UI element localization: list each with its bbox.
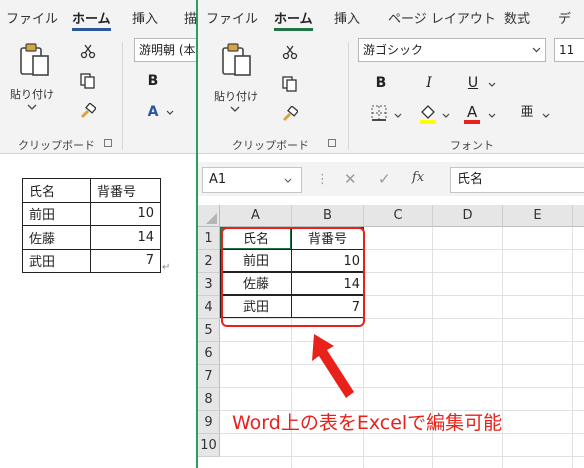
more-icon[interactable]: ⋮ (316, 172, 329, 187)
column-header-e[interactable]: E (503, 205, 573, 227)
word-table[interactable]: 氏名 背番号 前田 10 佐藤 14 武田 7 (22, 178, 161, 273)
row-header[interactable]: 3 (198, 273, 220, 296)
svg-text:A: A (467, 103, 478, 121)
font-color-icon[interactable]: A (462, 102, 482, 124)
cut-icon[interactable] (282, 44, 298, 60)
copy-icon[interactable] (80, 73, 96, 89)
format-painter-icon[interactable] (80, 103, 96, 119)
table-cell[interactable]: 14 (90, 225, 161, 250)
row-header[interactable]: 1 (198, 227, 220, 250)
highlight-box (221, 227, 365, 327)
dialog-launcher-icon[interactable] (104, 139, 112, 147)
end-of-row-mark-icon: ↵ (162, 262, 171, 273)
word-font-name-box[interactable]: 游明朝 (本 (134, 38, 196, 62)
ribbon-separator (348, 42, 349, 150)
arrow-icon (312, 334, 354, 398)
excel-tab-page-layout[interactable]: ページ レイアウト (388, 8, 496, 27)
excel-font-name-box[interactable]: 游ゴシック (358, 38, 546, 62)
chevron-down-icon[interactable] (488, 113, 496, 118)
column-header-a[interactable]: A (220, 205, 292, 227)
bold-icon[interactable]: B (142, 70, 164, 92)
word-window: ファイル ホーム 挿入 描 貼り付け クリップボード 游明朝 (本 B A 氏名… (0, 0, 196, 468)
chevron-down-icon[interactable] (542, 113, 550, 118)
formula-input[interactable]: 氏名 (450, 167, 584, 193)
column-header-c[interactable]: C (364, 205, 433, 227)
word-paste-label[interactable]: 貼り付け (10, 86, 54, 102)
row-header[interactable]: 8 (198, 388, 220, 411)
chevron-down-icon[interactable] (532, 47, 541, 53)
table-row: 武田 7 (22, 248, 161, 273)
column-header-b[interactable]: B (292, 205, 364, 227)
word-tab-insert[interactable]: 挿入 (132, 8, 158, 27)
insert-function-icon[interactable]: fx (412, 170, 424, 185)
excel-font-group-label: フォント (450, 139, 494, 152)
chevron-down-icon[interactable] (284, 178, 292, 183)
text-effects-icon[interactable]: A (142, 101, 164, 123)
row-header[interactable]: 5 (198, 319, 220, 342)
annotation-text: Word上の表をExcelで編集可能 (232, 412, 503, 434)
cancel-icon[interactable]: ✕ (344, 170, 357, 188)
excel-window: ファイル ホーム 挿入 ページ レイアウト 数式 デ 貼り付け クリップボード … (196, 0, 584, 468)
table-cell[interactable]: 7 (90, 248, 161, 273)
row-header[interactable]: 2 (198, 250, 220, 273)
table-cell[interactable]: 前田 (22, 201, 91, 226)
enter-icon[interactable]: ✓ (378, 170, 391, 188)
word-clipboard-group-label: クリップボード (18, 139, 95, 152)
excel-tab-insert[interactable]: 挿入 (334, 8, 360, 27)
table-cell[interactable]: 佐藤 (22, 225, 91, 250)
table-row: 前田 10 (22, 201, 161, 226)
chevron-down-icon[interactable] (394, 113, 402, 118)
format-painter-icon[interactable] (282, 106, 298, 122)
row-header[interactable]: 10 (198, 434, 220, 457)
border-icon[interactable] (370, 104, 388, 122)
table-row: 氏名 背番号 (22, 178, 161, 203)
phonetic-guide-icon[interactable]: 亜 (516, 102, 538, 124)
fill-color-icon[interactable] (418, 102, 438, 124)
table-cell[interactable]: 氏名 (22, 178, 91, 203)
chevron-down-icon[interactable] (27, 104, 37, 110)
table-row: 佐藤 14 (22, 225, 161, 250)
chevron-down-icon[interactable] (488, 82, 496, 87)
excel-tab-formulas[interactable]: 数式 (504, 8, 530, 27)
ribbon-separator (122, 42, 123, 150)
paste-icon[interactable] (220, 42, 254, 78)
chevron-down-icon[interactable] (230, 106, 240, 112)
column-header-f[interactable] (573, 205, 584, 227)
excel-clipboard-group-label: クリップボード (232, 139, 309, 152)
excel-font-size-box[interactable]: 11 (554, 38, 584, 62)
excel-tab-home[interactable]: ホーム (274, 8, 313, 31)
column-header-d[interactable]: D (433, 205, 503, 227)
chevron-down-icon[interactable] (166, 110, 174, 115)
row-header[interactable]: 6 (198, 342, 220, 365)
chevron-down-icon[interactable] (442, 113, 450, 118)
dialog-launcher-icon[interactable] (328, 139, 336, 147)
bold-icon[interactable]: B (370, 72, 392, 94)
select-all-button[interactable] (198, 205, 220, 227)
excel-menubar: ファイル ホーム 挿入 ページ レイアウト 数式 デ (198, 0, 584, 32)
italic-icon[interactable]: I (418, 72, 440, 94)
copy-icon[interactable] (282, 76, 298, 92)
row-header[interactable]: 7 (198, 365, 220, 388)
excel-tab-file[interactable]: ファイル (206, 8, 258, 27)
word-tab-file[interactable]: ファイル (6, 8, 58, 27)
row-header[interactable]: 9 (198, 411, 220, 434)
underline-icon[interactable]: U (462, 72, 484, 94)
word-tab-home[interactable]: ホーム (72, 8, 111, 31)
word-tab-design[interactable]: 描 (184, 8, 196, 27)
grid-line (572, 227, 573, 468)
paste-icon[interactable] (18, 42, 52, 78)
excel-paste-label[interactable]: 貼り付け (214, 88, 258, 104)
cut-icon[interactable] (80, 43, 96, 59)
table-cell[interactable]: 背番号 (90, 178, 161, 203)
table-cell[interactable]: 武田 (22, 248, 91, 273)
word-menubar: ファイル ホーム 挿入 描 (0, 0, 196, 32)
row-header[interactable]: 4 (198, 296, 220, 319)
excel-tab-data[interactable]: デ (558, 8, 571, 27)
table-cell[interactable]: 10 (90, 201, 161, 226)
